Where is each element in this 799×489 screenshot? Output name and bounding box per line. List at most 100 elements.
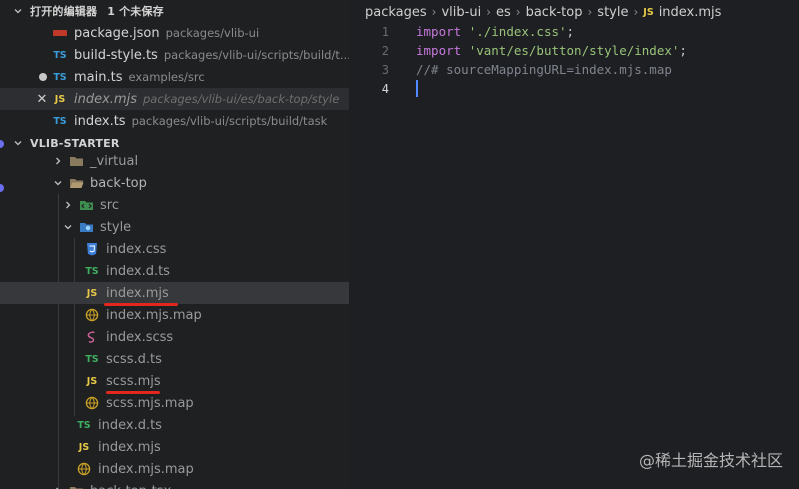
tree-item-label: src [100,197,119,213]
string-literal: 'vant/es/button/style/index' [468,43,680,58]
open-editor-item-index-mjs[interactable]: ✕ JS index.mjs packages/vlib-ui/es/back-… [0,88,349,110]
javascript-icon: JS [54,93,66,105]
tree-item-label: index.mjs.map [98,461,194,477]
code-editor[interactable]: packages › vlib-ui › es › back-top › sty… [349,0,799,489]
tree-item-scss-mjs-map[interactable]: scss.mjs.map [0,392,349,414]
typescript-icon: TS [53,49,67,61]
tree-item-scss-d-ts[interactable]: TS scss.d.ts [0,348,349,370]
tree-item-virtual[interactable]: _virtual [0,150,349,172]
tree-item-label: index.scss [106,329,174,345]
javascript-icon: JS [643,6,654,18]
project-title: VLIB-STARTER [30,136,120,150]
tree-item-label: scss.mjs.map [106,395,194,411]
typescript-icon: TS [53,115,67,127]
javascript-icon: JS [78,441,90,453]
css-icon [84,242,100,256]
tree-item-style[interactable]: style [0,216,349,238]
typescript-icon: TS [53,71,67,83]
tree-item-index-css[interactable]: index.css [0,238,349,260]
open-editor-item-index-ts[interactable]: TS index.ts packages/vlib-ui/scripts/bui… [0,110,349,132]
open-editor-path: packages/vlib-ui/scripts/build/t... [163,48,349,62]
tree-item-label: style [100,219,132,235]
code-line: 3 //# sourceMappingURL=index.mjs.map [349,60,799,79]
watermark: @稀土掘金技术社区 [638,451,783,470]
chevron-right-icon: › [431,5,437,19]
tree-item-label: index.d.ts [98,417,162,433]
tree-item-label: index.mjs [98,439,161,455]
breadcrumb-file[interactable]: index.mjs [659,5,722,20]
folder-icon [68,485,84,489]
open-editor-path: packages/vlib-ui/scripts/build/task [131,114,328,128]
open-editors-header[interactable]: 打开的编辑器 1 个未保存 [0,0,349,22]
tree-item-index-d-ts[interactable]: TS index.d.ts [0,260,349,282]
tree-item-label: scss.mjs [106,373,161,389]
folder-icon [68,155,84,167]
punctuation: ; [566,24,575,39]
open-editor-name: index.mjs [74,91,137,107]
open-editor-item-main-ts[interactable]: TS main.ts examples/src [0,66,349,88]
tree-item-label: index.d.ts [106,263,170,279]
code-line-current: 4 [349,79,799,98]
typescript-def-icon: TS [77,419,91,431]
chevron-right-icon [52,155,64,167]
open-editor-name: index.ts [74,113,126,129]
tree-item-index-mjs-map[interactable]: index.mjs.map [0,304,349,326]
tree-item-back-top-index-mjs-map[interactable]: index.mjs.map [0,458,349,480]
line-number: 1 [381,24,389,39]
chevron-down-icon [52,177,64,189]
line-number: 3 [381,62,389,77]
breadcrumb-item[interactable]: es [496,5,511,20]
code-line: 2 import 'vant/es/button/style/index'; [349,41,799,60]
keyword: import [416,24,462,39]
chevron-down-icon [12,5,24,17]
typescript-def-icon: TS [85,353,99,365]
tree-item-index-scss[interactable]: index.scss [0,326,349,348]
close-icon[interactable]: ✕ [36,92,48,107]
src-folder-icon [78,199,94,211]
style-folder-icon [78,221,94,233]
tree-item-src[interactable]: src [0,194,349,216]
chevron-down-icon [12,137,24,149]
breadcrumb-item[interactable]: back-top [526,5,583,20]
scss-icon [84,330,100,344]
npm-icon [52,30,68,36]
line-number: 4 [381,81,389,96]
tree-item-label: _virtual [90,153,139,169]
map-icon [76,462,92,476]
javascript-icon: JS [86,287,98,299]
open-editors-title: 打开的编辑器 [30,5,98,18]
open-editor-name: main.ts [74,69,123,85]
tree-item-index-mjs-selected[interactable]: JS index.mjs [0,282,349,304]
breadcrumb-item[interactable]: vlib-ui [441,5,481,20]
tree-item-label: index.mjs.map [106,307,202,323]
tree-item-label: index.css [106,241,167,257]
tree-item-back-top-index-d-ts[interactable]: TS index.d.ts [0,414,349,436]
unsaved-count: 1 个未保存 [107,5,164,18]
open-editor-name: package.json [74,25,160,41]
chevron-right-icon [52,485,64,489]
explorer-sidebar: 打开的编辑器 1 个未保存 package.json packages/vlib… [0,0,349,489]
chevron-right-icon: › [587,5,593,19]
chevron-right-icon: › [486,5,491,19]
breadcrumb: packages › vlib-ui › es › back-top › sty… [349,0,721,24]
tree-item-back-top[interactable]: back-top [0,172,349,194]
typescript-def-icon: TS [85,265,99,277]
javascript-icon: JS [86,375,98,387]
open-editor-path: examples/src [128,70,205,84]
breadcrumb-item[interactable]: packages [365,5,427,20]
code-line: 1 import './index.css'; [349,22,799,41]
keyword: import [416,43,462,58]
tree-item-label: index.mjs [106,285,169,301]
tree-item-back-top-index-mjs[interactable]: JS index.mjs [0,436,349,458]
breadcrumb-item[interactable]: style [597,5,628,20]
chevron-right-icon: › [633,5,639,19]
chevron-right-icon: › [515,5,521,19]
tree-item-scss-mjs[interactable]: JS scss.mjs [0,370,349,392]
string-literal: './index.css' [468,24,567,39]
open-editor-path: packages/vlib-ui [165,26,260,40]
open-editor-item-package-json[interactable]: package.json packages/vlib-ui [0,22,349,44]
comment: //# sourceMappingURL=index.mjs.map [416,62,672,77]
tree-item-back-top-tsx[interactable]: back-top-tsx [0,480,349,489]
open-editor-item-build-style[interactable]: TS build-style.ts packages/vlib-ui/scrip… [0,44,349,66]
chevron-right-icon [62,199,74,211]
